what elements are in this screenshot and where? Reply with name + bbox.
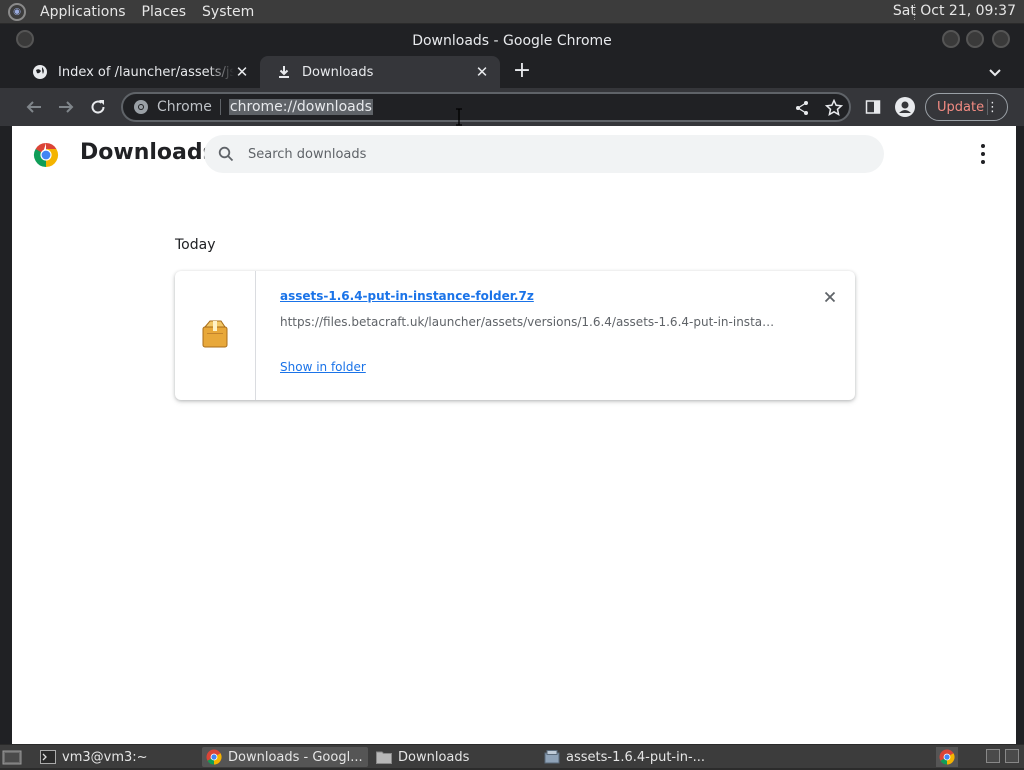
tab-strip: Index of /launcher/assets/json ✕ Downloa… — [0, 56, 1024, 88]
site-chip-label: Chrome — [157, 99, 221, 115]
url-text[interactable]: chrome://downloads — [228, 99, 373, 115]
side-panel-icon[interactable] — [863, 97, 883, 117]
tab-close-icon[interactable]: ✕ — [234, 64, 250, 80]
update-label: Update — [937, 99, 985, 115]
workspace-switcher-2[interactable] — [1005, 749, 1019, 763]
browser-toolbar: Chrome chrome://downloads Update ⋮ — [0, 88, 1024, 126]
chrome-logo-icon — [33, 142, 59, 168]
more-actions-icon[interactable] — [978, 144, 988, 164]
system-menu[interactable]: System — [194, 4, 262, 20]
page-title: Downloads — [80, 140, 216, 165]
downloads-header: Downloads — [12, 126, 1016, 182]
ibeam-cursor-icon — [455, 108, 463, 126]
tab-close-icon[interactable]: ✕ — [474, 64, 490, 80]
chrome-window: Downloads - Google Chrome Index of /laun… — [0, 24, 1024, 744]
tab-search-chevron-icon[interactable] — [986, 63, 1004, 81]
address-bar[interactable]: Chrome chrome://downloads — [121, 92, 851, 122]
folder-icon — [376, 749, 392, 765]
window-menu-button[interactable] — [16, 30, 34, 48]
tab-downloads[interactable]: Downloads ✕ — [260, 56, 500, 88]
reload-icon[interactable] — [88, 97, 108, 117]
top-panel: ◉ Applications Places System Sat Oct 21,… — [0, 0, 1024, 24]
show-in-folder-link[interactable]: Show in folder — [280, 360, 366, 374]
search-icon[interactable] — [216, 144, 236, 164]
back-arrow-icon[interactable] — [24, 97, 44, 117]
globe-icon — [32, 64, 48, 80]
more-menu-icon[interactable]: ⋮ — [986, 99, 999, 115]
archive-icon — [201, 319, 229, 353]
workspace-switcher-1[interactable] — [986, 749, 1000, 763]
download-filename-link[interactable]: assets-1.6.4-put-in-instance-folder.7z — [280, 289, 534, 303]
tab-title: Index of /launcher/assets/json — [58, 64, 234, 80]
date-heading: Today — [175, 237, 216, 253]
clock[interactable]: Sat Oct 21, 09:37 — [893, 3, 1016, 19]
file-icon-column — [175, 271, 256, 400]
taskbar-item-archive-manager[interactable]: assets-1.6.4-put-in-... — [540, 747, 706, 767]
update-button[interactable]: Update ⋮ — [925, 93, 1008, 121]
taskbar-item-chrome[interactable]: Downloads - Googl... — [202, 747, 368, 767]
show-desktop-icon[interactable] — [2, 748, 22, 766]
profile-avatar-icon[interactable] — [895, 97, 915, 117]
download-item: assets-1.6.4-put-in-instance-folder.7z h… — [175, 271, 855, 400]
page-content: Downloads Today — [12, 126, 1016, 744]
terminal-icon — [40, 749, 56, 765]
tab-index-of-launcher[interactable]: Index of /launcher/assets/json ✕ — [16, 56, 260, 88]
taskbar-item-files[interactable]: Downloads — [372, 747, 538, 767]
share-icon[interactable] — [793, 99, 811, 117]
download-icon — [276, 64, 292, 80]
tray-chrome-icon[interactable] — [936, 747, 958, 767]
taskbar-item-terminal[interactable]: vm3@vm3:~ — [36, 747, 196, 767]
download-source-url[interactable]: https://files.betacraft.uk/launcher/asse… — [280, 315, 775, 329]
tab-title: Downloads — [302, 64, 374, 80]
chrome-site-icon[interactable] — [133, 99, 149, 115]
window-titlebar[interactable]: Downloads - Google Chrome — [0, 24, 1024, 56]
taskbar-item-label: Downloads — [398, 749, 470, 765]
window-close-button[interactable] — [992, 30, 1010, 48]
taskbar-item-label: Downloads - Googl... — [228, 749, 363, 765]
chrome-icon — [206, 749, 222, 765]
archive-manager-icon — [544, 749, 560, 765]
distro-logo-icon[interactable]: ◉ — [8, 2, 26, 21]
remove-download-close-icon[interactable] — [822, 289, 838, 305]
search-input[interactable] — [248, 146, 848, 162]
places-menu[interactable]: Places — [134, 4, 195, 20]
minimize-button[interactable] — [942, 30, 960, 48]
new-tab-button[interactable]: + — [510, 60, 534, 84]
window-title: Downloads - Google Chrome — [412, 33, 612, 49]
bookmark-star-icon[interactable] — [825, 99, 843, 117]
applications-menu[interactable]: Applications — [32, 4, 134, 20]
maximize-button[interactable] — [966, 30, 984, 48]
taskbar-item-label: vm3@vm3:~ — [62, 749, 148, 765]
forward-arrow-icon[interactable] — [56, 97, 76, 117]
taskbar-item-label: assets-1.6.4-put-in-... — [566, 749, 706, 765]
downloads-search-box[interactable] — [204, 135, 884, 173]
bottom-taskbar: vm3@vm3:~ Downloads - Googl... Downloads… — [0, 744, 1024, 768]
